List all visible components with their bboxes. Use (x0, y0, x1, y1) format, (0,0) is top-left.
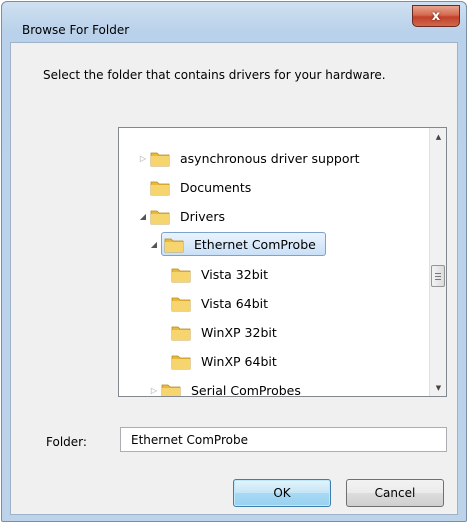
folder-icon (171, 352, 191, 370)
folder-icon (161, 381, 181, 396)
tree-item-label: Drivers (180, 208, 225, 224)
tree-item-drivers[interactable]: ◢ Drivers (136, 204, 228, 228)
collapse-icon[interactable]: ◢ (136, 209, 150, 223)
tree-item-vista-32bit[interactable]: Vista 32bit (171, 262, 271, 286)
folder-tree[interactable]: ▷ asynchronous driver support Documents … (118, 127, 447, 397)
tree-item-documents[interactable]: Documents (136, 175, 254, 199)
scroll-up-arrow-icon[interactable]: ▲ (430, 128, 446, 145)
tree-item-label: WinXP 64bit (201, 353, 277, 369)
tree-item-winxp-64bit[interactable]: WinXP 64bit (171, 349, 280, 373)
ok-button[interactable]: OK (233, 479, 331, 507)
expand-icon[interactable]: ▷ (136, 151, 150, 165)
instruction-text: Select the folder that contains drivers … (43, 68, 386, 82)
grip-icon (435, 272, 441, 280)
tree-item-label: WinXP 32bit (201, 324, 277, 340)
window-title: Browse For Folder (22, 23, 130, 37)
tree-item-label: Documents (180, 179, 252, 195)
selection-highlight: Ethernet ComProbe (161, 232, 326, 256)
expand-icon[interactable]: ▷ (147, 383, 161, 396)
folder-icon (171, 294, 191, 312)
folder-icon (150, 207, 170, 225)
tree-vertical-scrollbar[interactable]: ▲ ▼ (429, 128, 446, 396)
folder-icon (171, 323, 191, 341)
folder-icon (164, 235, 184, 253)
folder-icon (171, 265, 191, 283)
tree-item-ethernet-comprobe[interactable]: ◢ Ethernet ComProbe (147, 232, 326, 256)
tree-item-asynchronous-driver-support[interactable]: ▷ asynchronous driver support (136, 146, 363, 170)
browse-for-folder-dialog: Browse For Folder x Select the folder th… (1, 1, 467, 522)
tree-item-label: Ethernet ComProbe (194, 236, 316, 252)
tree-item-label: Vista 64bit (201, 295, 269, 311)
collapse-icon[interactable]: ◢ (147, 237, 161, 251)
cancel-button[interactable]: Cancel (346, 479, 444, 507)
tree-item-label: asynchronous driver support (180, 150, 360, 166)
scroll-down-arrow-icon[interactable]: ▼ (430, 379, 446, 396)
folder-name-input[interactable] (120, 427, 447, 452)
dialog-client-area: Select the folder that contains drivers … (10, 42, 458, 515)
tree-item-winxp-32bit[interactable]: WinXP 32bit (171, 320, 280, 344)
scroll-thumb[interactable] (431, 265, 445, 287)
tree-item-label: Serial ComProbes (191, 382, 301, 397)
title-bar[interactable]: Browse For Folder x (2, 2, 466, 42)
folder-icon (150, 178, 170, 196)
tree-item-label: Vista 32bit (201, 266, 269, 282)
folder-icon (150, 149, 170, 167)
tree-item-vista-64bit[interactable]: Vista 64bit (171, 291, 271, 315)
close-icon: x (431, 8, 441, 24)
close-button[interactable]: x (412, 5, 460, 27)
tree-item-serial-comprobes[interactable]: ▷ Serial ComProbes (147, 378, 304, 397)
folder-field-label: Folder: (46, 435, 87, 449)
